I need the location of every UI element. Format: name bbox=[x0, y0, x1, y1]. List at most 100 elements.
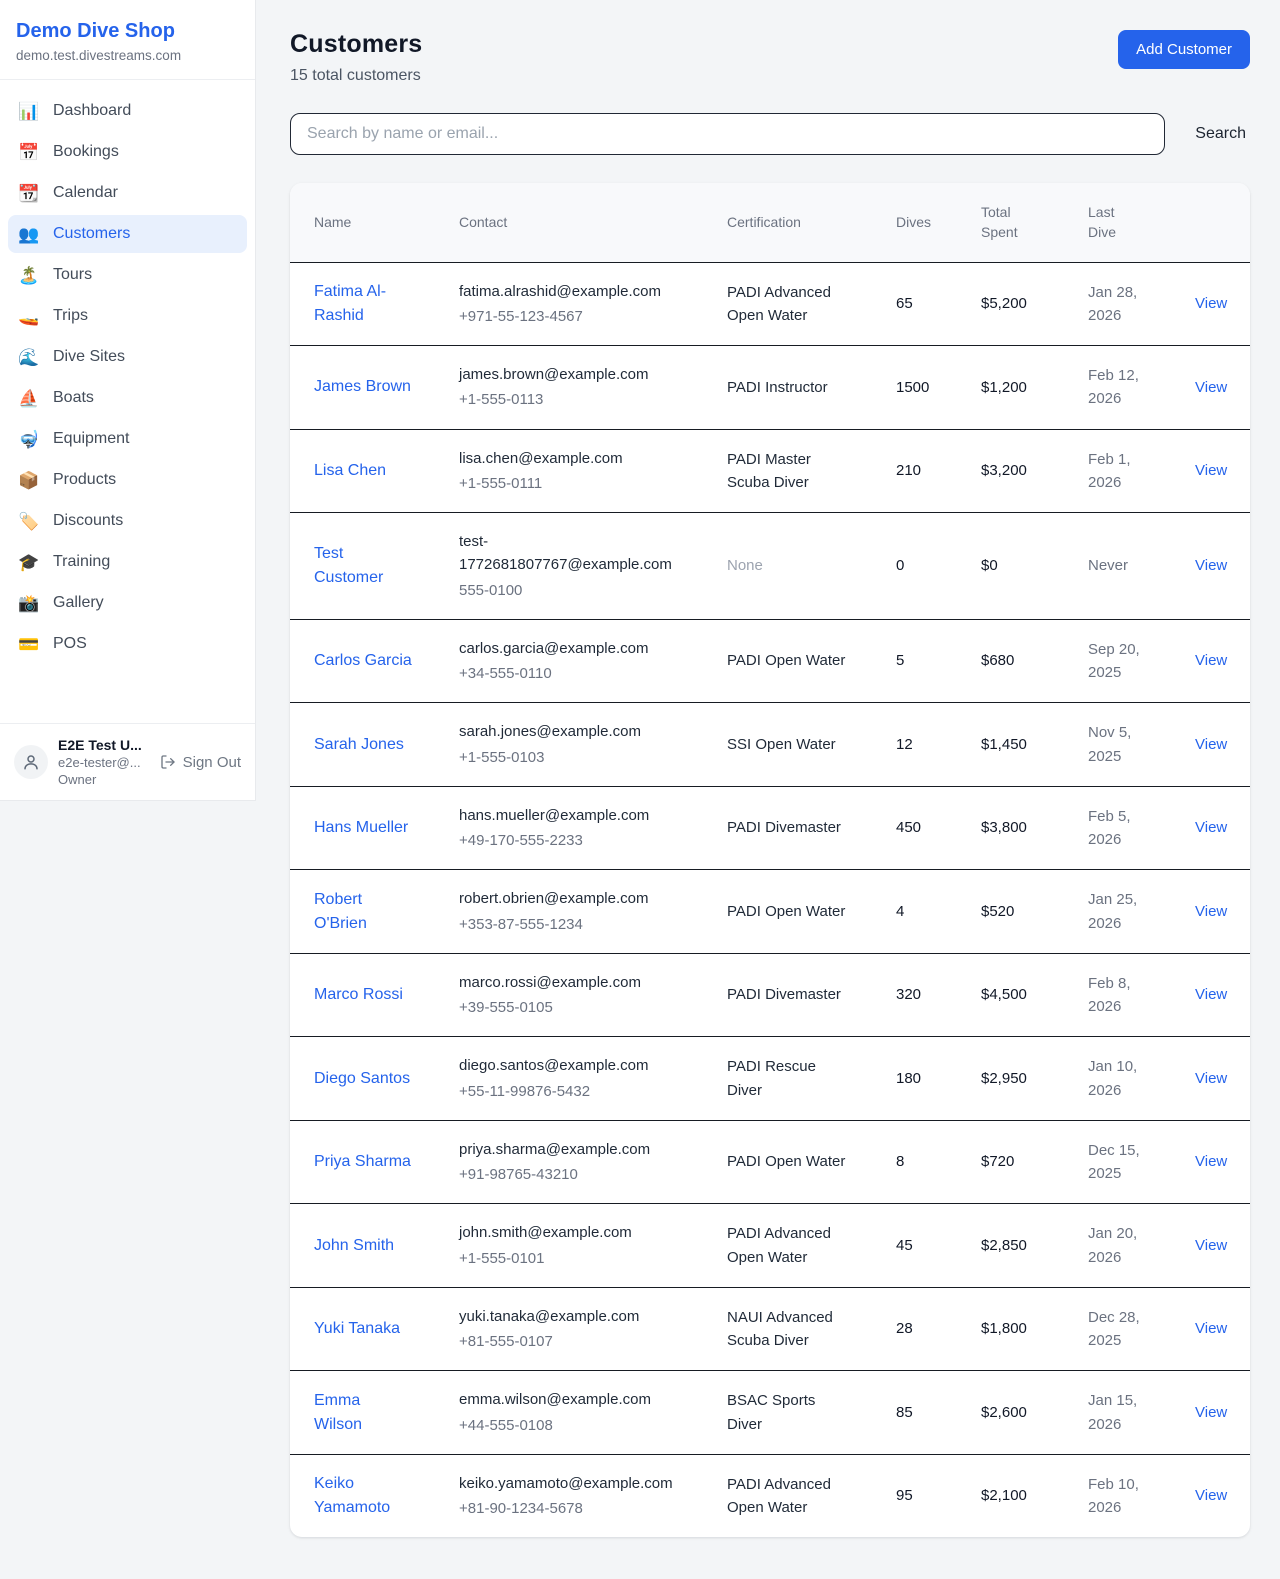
total-spent-cell: $5,200 bbox=[980, 262, 1087, 346]
view-link[interactable]: View bbox=[1195, 986, 1227, 1003]
sidebar-item-trips[interactable]: 🚤 Trips bbox=[8, 297, 247, 335]
table-row: John Smith john.smith@example.com +1-555… bbox=[290, 1204, 1250, 1288]
name-cell: John Smith bbox=[290, 1204, 458, 1288]
total-spent-value: $520 bbox=[981, 903, 1014, 920]
last-dive-value: Jan 10, 2026 bbox=[1088, 1058, 1137, 1098]
sidebar-item-products[interactable]: 📦 Products bbox=[8, 461, 247, 499]
customer-name-link[interactable]: Carlos Garcia bbox=[314, 649, 412, 673]
total-spent-cell: $2,600 bbox=[980, 1371, 1087, 1455]
view-link[interactable]: View bbox=[1195, 903, 1227, 920]
sidebar-item-gallery[interactable]: 📸 Gallery bbox=[8, 584, 247, 622]
view-link[interactable]: View bbox=[1195, 1153, 1227, 1170]
last-dive-cell: Feb 8, 2026 bbox=[1087, 953, 1194, 1037]
certification-value: PADI Advanced Open Water bbox=[727, 1225, 831, 1265]
customer-name-link[interactable]: Keiko Yamamoto bbox=[314, 1472, 412, 1520]
view-link[interactable]: View bbox=[1195, 652, 1227, 669]
sidebar-item-tours[interactable]: 🏝️ Tours bbox=[8, 256, 247, 294]
view-link[interactable]: View bbox=[1195, 295, 1227, 312]
sidebar-item-boats[interactable]: ⛵ Boats bbox=[8, 379, 247, 417]
customer-name-link[interactable]: Yuki Tanaka bbox=[314, 1317, 400, 1341]
certification-value: NAUI Advanced Scuba Diver bbox=[727, 1309, 833, 1349]
sidebar-item-pos[interactable]: 💳 POS bbox=[8, 625, 247, 663]
column-header-name: Name bbox=[290, 183, 458, 262]
table-row: Emma Wilson emma.wilson@example.com +44-… bbox=[290, 1371, 1250, 1455]
last-dive-value: Dec 28, 2025 bbox=[1088, 1309, 1140, 1349]
customer-name-link[interactable]: John Smith bbox=[314, 1234, 394, 1258]
certification-value: BSAC Sports Diver bbox=[727, 1392, 815, 1432]
total-spent-value: $0 bbox=[981, 557, 998, 574]
sidebar-item-label: Training bbox=[53, 553, 110, 571]
view-link[interactable]: View bbox=[1195, 819, 1227, 836]
contact-cell: carlos.garcia@example.com +34-555-0110 bbox=[458, 619, 726, 703]
view-link[interactable]: View bbox=[1195, 1237, 1227, 1254]
total-spent-cell: $3,800 bbox=[980, 786, 1087, 870]
column-header-dives: Dives bbox=[895, 183, 980, 262]
sidebar-item-calendar[interactable]: 📆 Calendar bbox=[8, 174, 247, 212]
dives-cell: 1500 bbox=[895, 346, 980, 430]
dives-value: 8 bbox=[896, 1153, 904, 1170]
customer-email: priya.sharma@example.com bbox=[459, 1138, 690, 1161]
add-customer-button[interactable]: Add Customer bbox=[1118, 30, 1250, 69]
customer-name-link[interactable]: Emma Wilson bbox=[314, 1389, 412, 1437]
dives-value: 180 bbox=[896, 1070, 921, 1087]
total-spent-cell: $4,500 bbox=[980, 953, 1087, 1037]
customer-name-link[interactable]: Marco Rossi bbox=[314, 983, 403, 1007]
view-cell: View bbox=[1194, 1120, 1250, 1204]
page-header: Customers 15 total customers Add Custome… bbox=[290, 30, 1250, 85]
view-link[interactable]: View bbox=[1195, 1487, 1227, 1504]
total-spent-cell: $2,850 bbox=[980, 1204, 1087, 1288]
search-input[interactable] bbox=[290, 113, 1165, 155]
tours-icon: 🏝️ bbox=[18, 267, 40, 284]
view-cell: View bbox=[1194, 1287, 1250, 1371]
sidebar-item-equipment[interactable]: 🤿 Equipment bbox=[8, 420, 247, 458]
last-dive-value: Jan 15, 2026 bbox=[1088, 1392, 1137, 1432]
customer-name-link[interactable]: Sarah Jones bbox=[314, 733, 404, 757]
view-link[interactable]: View bbox=[1195, 557, 1227, 574]
customer-name-link[interactable]: Priya Sharma bbox=[314, 1150, 411, 1174]
customer-name-link[interactable]: Robert O'Brien bbox=[314, 888, 412, 936]
view-link[interactable]: View bbox=[1195, 462, 1227, 479]
view-cell: View bbox=[1194, 619, 1250, 703]
sidebar-nav: 📊 Dashboard 📅 Bookings 📆 Calendar 👥 Cust… bbox=[0, 80, 255, 723]
certification-cell: PADI Open Water bbox=[726, 1120, 895, 1204]
total-spent-value: $720 bbox=[981, 1153, 1014, 1170]
customer-name-link[interactable]: Fatima Al-Rashid bbox=[314, 280, 412, 328]
customer-name-link[interactable]: Hans Mueller bbox=[314, 816, 408, 840]
customer-phone: +34-555-0110 bbox=[459, 662, 690, 685]
sidebar-item-label: Products bbox=[53, 471, 116, 489]
search-button[interactable]: Search bbox=[1191, 119, 1250, 149]
view-link[interactable]: View bbox=[1195, 1070, 1227, 1087]
sidebar-item-discounts[interactable]: 🏷️ Discounts bbox=[8, 502, 247, 540]
customer-phone: 555-0100 bbox=[459, 579, 690, 602]
page-header-text: Customers 15 total customers bbox=[290, 30, 422, 85]
customer-name-link[interactable]: Test Customer bbox=[314, 542, 412, 590]
contact-cell: diego.santos@example.com +55-11-99876-54… bbox=[458, 1037, 726, 1121]
sidebar-item-dive-sites[interactable]: 🌊 Dive Sites bbox=[8, 338, 247, 376]
dives-cell: 28 bbox=[895, 1287, 980, 1371]
customers-table-card: NameContactCertificationDivesTotal Spent… bbox=[290, 183, 1250, 1537]
sidebar-item-dashboard[interactable]: 📊 Dashboard bbox=[8, 92, 247, 130]
view-link[interactable]: View bbox=[1195, 1320, 1227, 1337]
sidebar-item-training[interactable]: 🎓 Training bbox=[8, 543, 247, 581]
name-cell: Diego Santos bbox=[290, 1037, 458, 1121]
sidebar-item-bookings[interactable]: 📅 Bookings bbox=[8, 133, 247, 171]
customer-name-link[interactable]: Lisa Chen bbox=[314, 459, 386, 483]
view-link[interactable]: View bbox=[1195, 1404, 1227, 1421]
sidebar-item-customers[interactable]: 👥 Customers bbox=[8, 215, 247, 253]
customer-name-link[interactable]: James Brown bbox=[314, 375, 411, 399]
total-spent-value: $3,200 bbox=[981, 462, 1027, 479]
name-cell: Carlos Garcia bbox=[290, 619, 458, 703]
sidebar-item-label: Dashboard bbox=[53, 102, 131, 120]
certification-value: PADI Rescue Diver bbox=[727, 1058, 816, 1098]
view-link[interactable]: View bbox=[1195, 379, 1227, 396]
total-spent-value: $2,950 bbox=[981, 1070, 1027, 1087]
view-link[interactable]: View bbox=[1195, 736, 1227, 753]
certification-cell: PADI Divemaster bbox=[726, 953, 895, 1037]
certification-value: PADI Divemaster bbox=[727, 986, 841, 1003]
last-dive-cell: Jan 20, 2026 bbox=[1087, 1204, 1194, 1288]
dives-value: 4 bbox=[896, 903, 904, 920]
customer-name-link[interactable]: Diego Santos bbox=[314, 1067, 410, 1091]
name-cell: Sarah Jones bbox=[290, 703, 458, 787]
table-row: James Brown james.brown@example.com +1-5… bbox=[290, 346, 1250, 430]
sign-out-button[interactable]: Sign Out bbox=[160, 754, 241, 771]
